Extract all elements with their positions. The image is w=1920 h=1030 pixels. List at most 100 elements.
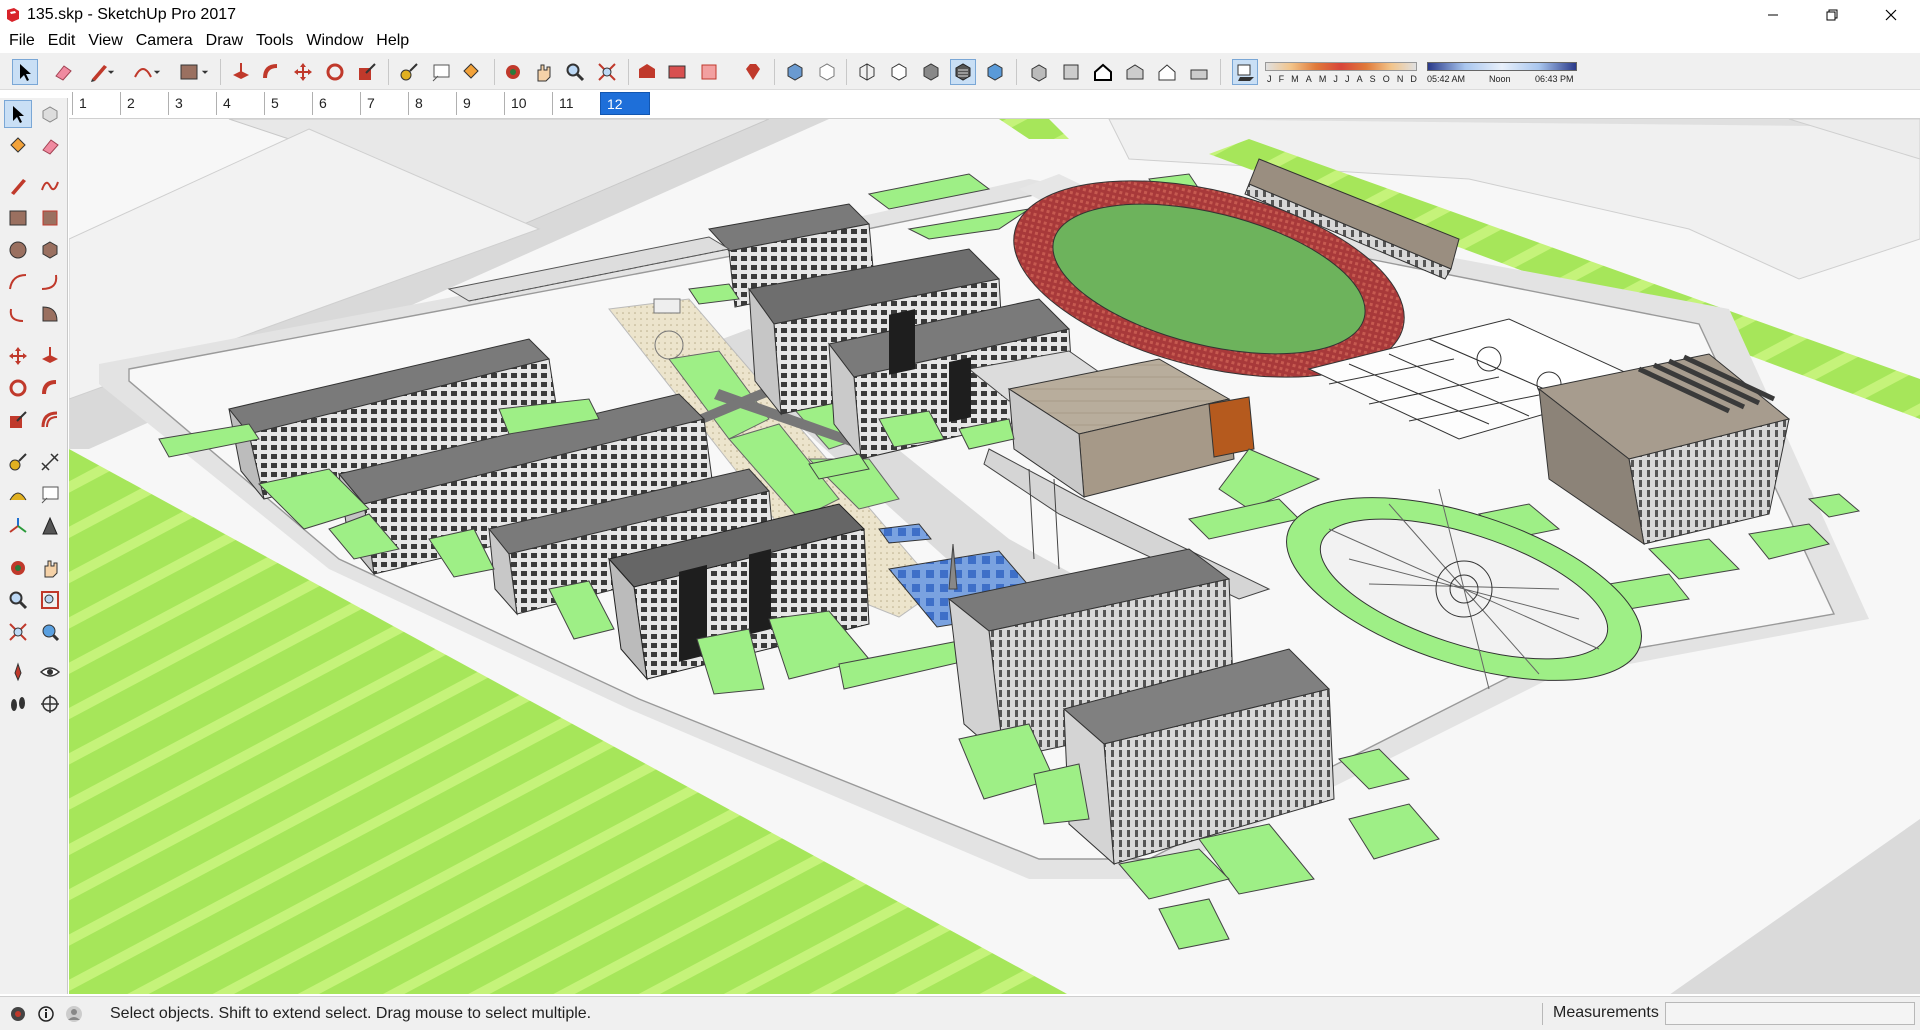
eraser-tool-button[interactable] <box>50 59 76 85</box>
scene-tab-5[interactable]: 5 <box>264 92 312 115</box>
walk-tool[interactable] <box>4 690 32 718</box>
freehand-tool[interactable] <box>36 172 64 200</box>
pan-button[interactable] <box>530 59 556 85</box>
move-tool[interactable] <box>4 342 32 370</box>
tape-measure-button[interactable] <box>396 59 422 85</box>
zoom-tool[interactable] <box>4 586 32 614</box>
arc-tool-dropdown[interactable] <box>150 59 164 85</box>
right-view-button[interactable] <box>1122 59 1148 85</box>
zoom-window-tool[interactable] <box>36 586 64 614</box>
select-tool[interactable] <box>4 100 32 128</box>
close-button[interactable] <box>1861 0 1920 29</box>
menu-tools[interactable]: Tools <box>251 29 301 53</box>
circle-tool[interactable] <box>4 236 32 264</box>
monochrome-button[interactable] <box>982 59 1008 85</box>
three-point-arc-tool[interactable] <box>4 300 32 328</box>
rectangle-tool[interactable] <box>4 204 32 232</box>
scene-tab-4[interactable]: 4 <box>216 92 264 115</box>
tape-measure-tool[interactable] <box>4 448 32 476</box>
iso-view-button[interactable] <box>1026 59 1052 85</box>
paint-bucket-tool[interactable] <box>4 132 32 160</box>
look-around-tool[interactable] <box>36 658 64 686</box>
warehouse-button[interactable] <box>634 59 660 85</box>
rotate-tool-button[interactable] <box>322 59 348 85</box>
rotated-rectangle-tool[interactable] <box>36 204 64 232</box>
back-view-button[interactable] <box>1154 59 1180 85</box>
model-viewport[interactable] <box>69 118 1920 994</box>
menu-view[interactable]: View <box>83 29 130 53</box>
rotate-tool[interactable] <box>4 374 32 402</box>
zoom-button[interactable] <box>562 59 588 85</box>
pie-tool[interactable] <box>36 300 64 328</box>
extension-warehouse-button[interactable] <box>740 59 766 85</box>
make-component-tool[interactable] <box>36 100 64 128</box>
follow-me-tool[interactable] <box>36 374 64 402</box>
push-pull-button[interactable] <box>228 59 254 85</box>
position-camera-tool[interactable] <box>4 658 32 686</box>
sign-in-button[interactable] <box>64 1004 84 1024</box>
components-button[interactable] <box>664 59 690 85</box>
section-plane-tool[interactable] <box>36 690 64 718</box>
text-tool-button[interactable] <box>428 59 454 85</box>
share-model-button[interactable] <box>696 59 722 85</box>
menu-camera[interactable]: Camera <box>131 29 201 53</box>
select-tool-button[interactable] <box>12 59 38 85</box>
menu-help[interactable]: Help <box>371 29 417 53</box>
scene-tab-9[interactable]: 9 <box>456 92 504 115</box>
zoom-extents-tool[interactable] <box>4 618 32 646</box>
scene-tab-12[interactable]: 12 <box>600 92 650 115</box>
menu-draw[interactable]: Draw <box>201 29 251 53</box>
polygon-tool[interactable] <box>36 236 64 264</box>
push-pull-tool[interactable] <box>36 342 64 370</box>
time-gradient-track[interactable] <box>1427 62 1577 71</box>
protractor-tool[interactable] <box>4 480 32 508</box>
move-tool-button[interactable] <box>290 59 316 85</box>
zoom-extents-button[interactable] <box>594 59 620 85</box>
hidden-line-button[interactable] <box>886 59 912 85</box>
scale-tool[interactable] <box>4 406 32 434</box>
arc-tool[interactable] <box>4 268 32 296</box>
minimize-button[interactable] <box>1743 0 1802 29</box>
top-view-button[interactable] <box>1058 59 1084 85</box>
restore-button[interactable] <box>1802 0 1861 29</box>
shaded-button[interactable] <box>918 59 944 85</box>
axes-tool[interactable] <box>4 512 32 540</box>
line-tool-dropdown[interactable] <box>104 59 118 85</box>
offset-tool[interactable] <box>36 406 64 434</box>
menu-file[interactable]: File <box>4 29 43 53</box>
dimension-tool[interactable] <box>36 448 64 476</box>
text-tool[interactable] <box>36 480 64 508</box>
follow-me-button[interactable] <box>258 59 284 85</box>
orbit-tool[interactable] <box>4 554 32 582</box>
left-view-button[interactable] <box>1186 59 1212 85</box>
3d-text-tool[interactable] <box>36 512 64 540</box>
menu-window[interactable]: Window <box>301 29 371 53</box>
orbit-button[interactable] <box>500 59 526 85</box>
month-gradient-track[interactable] <box>1265 62 1417 71</box>
paint-bucket-button[interactable] <box>458 59 484 85</box>
scene-tab-10[interactable]: 10 <box>504 92 552 115</box>
credits-button[interactable] <box>36 1004 56 1024</box>
rectangle-tool-dropdown[interactable] <box>198 59 212 85</box>
previous-view-tool[interactable] <box>36 618 64 646</box>
menu-edit[interactable]: Edit <box>43 29 84 53</box>
scene-tab-1[interactable]: 1 <box>72 92 120 115</box>
scene-tab-6[interactable]: 6 <box>312 92 360 115</box>
geo-location-button[interactable] <box>8 1004 28 1024</box>
back-edges-button[interactable] <box>814 59 840 85</box>
measurements-input[interactable] <box>1665 1002 1915 1025</box>
shadow-time-slider[interactable]: 05:42 AM Noon 06:43 PM <box>1427 58 1577 88</box>
scale-tool-button[interactable] <box>354 59 380 85</box>
scene-tab-11[interactable]: 11 <box>552 92 600 115</box>
pan-tool[interactable] <box>36 554 64 582</box>
scene-tab-2[interactable]: 2 <box>120 92 168 115</box>
two-point-arc-tool[interactable] <box>36 268 64 296</box>
eraser-tool[interactable] <box>36 132 64 160</box>
scene-tab-7[interactable]: 7 <box>360 92 408 115</box>
shaded-textures-button[interactable] <box>950 59 976 85</box>
shadows-toggle-button[interactable] <box>1232 59 1258 85</box>
front-view-button[interactable] <box>1090 59 1116 85</box>
wireframe-button[interactable] <box>854 59 880 85</box>
scene-tab-8[interactable]: 8 <box>408 92 456 115</box>
shadow-month-slider[interactable]: J F M A M J J A S O N D <box>1265 58 1417 88</box>
